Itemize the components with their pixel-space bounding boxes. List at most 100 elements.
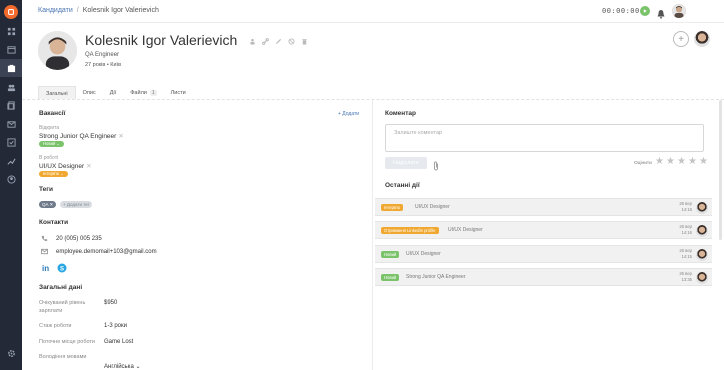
attach-icon[interactable] [432,158,440,171]
contacts-heading: Контакти [39,219,69,226]
block-icon[interactable] [287,37,295,45]
timer-play-button[interactable] [640,6,650,16]
vacancy-status-label: Відкрита [39,125,60,131]
sidebar-dashboard-icon[interactable] [0,22,22,40]
recent-activity-heading: Останні дії [385,182,420,189]
skype-icon[interactable]: S [57,263,67,273]
add-vacancy-link[interactable]: + Додати [338,111,359,117]
candidate-name: Kolesnik Igor Valerievich [85,32,238,48]
salary-value[interactable]: $950 [104,300,117,306]
activity-stage-badge: Інтерв'ю [381,204,404,211]
tab-actions[interactable]: Дії [103,86,123,99]
work-timer: 00:00:00 [602,7,640,15]
breadcrumb-separator: / [76,7,79,14]
user-avatar[interactable] [672,4,686,18]
tab-bar: Загальні Опис Дії Файли 1 Листи [38,86,193,99]
app-logo-icon[interactable] [4,5,18,19]
breadcrumb: Кандидати / Kolesnik Igor Valerievich [38,7,159,14]
comment-input[interactable]: Залиште коментар [385,124,704,152]
vacancies-heading: Вакансії [39,110,66,117]
activity-date: 26 вер 14:15 [679,248,692,260]
publish-button[interactable]: Надіслати [385,157,427,169]
candidate-role: QA Engineer [85,52,120,58]
files-count-badge: 1 [149,90,157,96]
tab-label: Листи [170,90,186,96]
star-icon[interactable]: ★ [677,157,686,167]
phone-row: 20 (005) 005 235 [41,235,102,242]
tab-general[interactable]: Загальні [38,86,76,99]
vacancy-title-text: UI/UX Designer [39,163,85,170]
vacancy-title[interactable]: Strong Junior QA Engineer ✕ [39,132,124,140]
sidebar-profile-icon[interactable] [0,170,22,188]
rating-label: Оцінити [634,161,652,166]
current-workplace-value[interactable]: Game Lost [104,339,133,345]
breadcrumb-parent-link[interactable]: Кандидати [38,7,73,14]
sidebar-tasks-icon[interactable] [0,133,22,151]
star-icon[interactable]: ★ [666,157,675,167]
activity-text: UI/UX Designer [406,251,441,257]
trash-icon[interactable] [300,37,308,45]
vacancy-title-text: Strong Junior QA Engineer [39,133,117,140]
sidebar-users-icon[interactable] [0,78,22,96]
activity-row[interactable]: Інтерв'ю UI/UX Designer 26 вер 14:16 [375,198,712,216]
activity-text: UI/UX Designer [448,227,483,233]
activity-date-time: 14:16 [681,230,692,235]
app-root: Кандидати / Kolesnik Igor Valerievich 00:0… [0,0,724,370]
activity-date: 26 вер 14:16 [679,201,692,213]
sidebar-settings-icon[interactable] [0,344,22,362]
activity-stage-badge: Новий [381,251,400,258]
linkedin-icon[interactable]: in [42,263,51,272]
sidebar-candidates-icon[interactable] [0,59,22,77]
tab-letters[interactable]: Листи [164,86,193,99]
experience-value[interactable]: 1-3 роки [104,323,127,329]
sidebar-reports-icon[interactable] [0,152,22,170]
languages-dropdown[interactable]: Англійська ⌄ [104,363,140,370]
remove-icon[interactable]: ✕ [86,163,91,170]
remove-icon[interactable]: ✕ [118,133,123,140]
notifications-bell-icon[interactable] [656,6,666,19]
star-icon[interactable]: ★ [688,157,697,167]
tab-label: Дії [109,90,117,96]
page-scrollbar[interactable] [719,100,722,240]
tag-chip[interactable]: QA ✕ [39,201,57,208]
sidebar-documents-icon[interactable] [0,96,22,114]
tab-files[interactable]: Файли 1 [123,86,163,99]
general-data-heading: Загальні дані [39,284,83,291]
tab-label: Опис [82,90,96,96]
tab-label: Загальні [46,91,68,97]
svg-text:in: in [42,264,49,272]
breadcrumb-current: Kolesnik Igor Valerievich [82,7,159,14]
vacancy-status-label: В роботі [39,155,59,161]
rating-stars[interactable]: ★ ★ ★ ★ ★ [655,157,708,167]
link-icon[interactable] [261,37,269,45]
edit-icon[interactable] [274,37,282,45]
user-icon[interactable] [248,37,256,45]
add-icon[interactable]: + [673,31,689,47]
activity-avatar [696,272,708,284]
vacancy-stage-dropdown[interactable]: Новий ⌄ [39,141,64,147]
vacancy-stage-dropdown[interactable]: Інтерв'ю ⌄ [39,171,68,177]
activity-text: Strong Junior QA Engineer [406,274,466,280]
activity-avatar [696,225,708,237]
activity-avatar [696,202,708,214]
current-workplace-label: Поточне місце роботи [39,339,96,345]
phone-value[interactable]: 20 (005) 005 235 [56,236,102,242]
vacancy-title[interactable]: UI/UX Designer ✕ [39,162,92,170]
star-icon[interactable]: ★ [699,157,708,167]
comment-heading: Коментар [385,110,416,117]
activity-date: 26 вер 14:16 [679,224,692,236]
sidebar [0,0,22,370]
recruiter-avatar[interactable] [694,31,710,47]
svg-text:S: S [60,267,64,273]
sidebar-calendar-icon[interactable] [0,40,22,58]
activity-row[interactable]: Отримання LinkedIn profile UI/UX Designe… [375,221,712,239]
tags-heading: Теги [39,186,53,193]
activity-row[interactable]: Новий UI/UX Designer 26 вер 14:15 [375,245,712,263]
activity-row[interactable]: Новий Strong Junior QA Engineer 26 вер 13… [375,268,712,286]
email-value[interactable]: employee.demomail+103@gmail.com [56,249,157,255]
star-icon[interactable]: ★ [655,157,664,167]
add-tag-button[interactable]: + Додати тег [60,201,93,208]
sidebar-mail-icon[interactable] [0,115,22,133]
activity-stage-badge: Новий [381,274,400,281]
tab-description[interactable]: Опис [76,86,103,99]
